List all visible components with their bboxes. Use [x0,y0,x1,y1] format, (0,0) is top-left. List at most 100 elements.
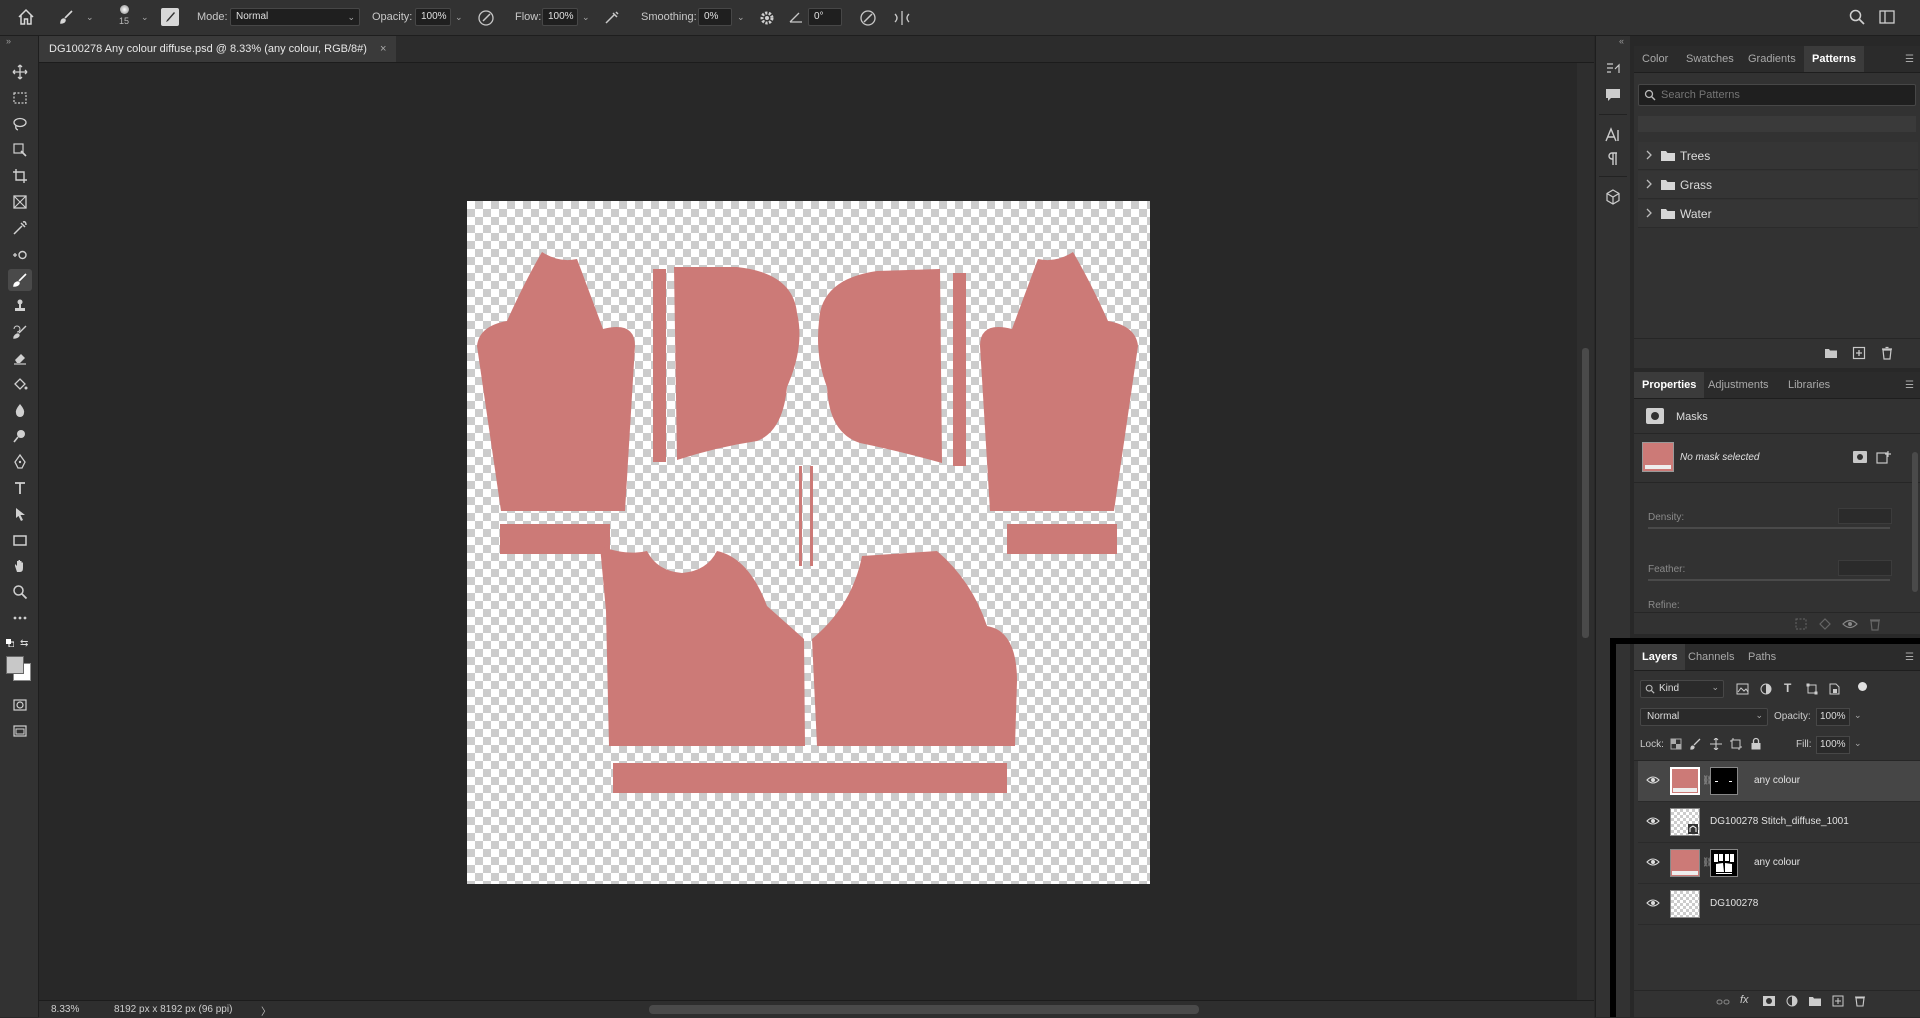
eraser-tool-icon[interactable] [8,347,32,369]
feather-field[interactable] [1838,560,1892,576]
chevron-down-icon[interactable]: ⌄ [1854,710,1862,721]
fill-field[interactable]: 100% [1816,736,1850,754]
brush-settings-panel-icon[interactable] [161,8,179,26]
layer-row[interactable]: ⛓ any colour [1638,843,1920,884]
dodge-tool-icon[interactable] [8,425,32,447]
chevron-right-icon[interactable] [1645,149,1653,161]
mode-select[interactable]: Normal ⌄ [230,8,360,26]
pressure-opacity-icon[interactable] [476,8,496,28]
shape-filter-icon[interactable] [1806,683,1818,695]
healing-brush-tool-icon[interactable] [8,243,32,265]
layer-name[interactable]: DG100278 [1710,898,1758,909]
tab-channels[interactable]: Channels [1680,644,1742,670]
zoom-level[interactable]: 8.33% [51,1004,79,1015]
foreground-color-swatch[interactable] [6,656,24,674]
object-selection-tool-icon[interactable] [8,139,32,161]
layer-name[interactable]: any colour [1754,775,1800,786]
search-icon[interactable] [1848,8,1868,28]
tab-libraries[interactable]: Libraries [1780,372,1838,398]
lock-artboard-icon[interactable] [1730,738,1742,750]
frame-tool-icon[interactable] [8,191,32,213]
opacity-field[interactable]: 100% [415,8,451,26]
panel-menu-icon[interactable]: ☰ [1905,54,1914,65]
layer-filter-kind[interactable]: Kind ⌄ [1640,680,1724,698]
collapse-icon[interactable]: » [6,36,11,46]
tab-swatches[interactable]: Swatches [1678,46,1742,72]
link-layers-icon[interactable] [1716,996,1730,1008]
smart-object-filter-icon[interactable] [1828,683,1840,695]
chevron-down-icon[interactable]: ⌄ [455,12,463,23]
chevron-down-icon[interactable]: ⌄ [737,12,745,23]
symmetry-icon[interactable] [892,8,912,28]
marquee-tool-icon[interactable] [8,87,32,109]
adjustment-layer-icon[interactable] [1786,995,1798,1007]
layer-row[interactable]: DG100278 Stitch_diffuse_1001 [1638,802,1920,843]
filter-toggle[interactable] [1858,682,1867,691]
default-colors-icon[interactable] [6,639,14,647]
density-field[interactable] [1838,508,1892,524]
layer-thumbnail[interactable] [1670,767,1700,795]
trash-icon[interactable] [1854,995,1866,1007]
chevron-down-icon[interactable]: ⌄ [582,12,590,23]
pattern-group-grass[interactable]: Grass [1638,171,1918,199]
add-pixel-mask-icon[interactable] [1852,450,1868,464]
adjustment-filter-icon[interactable] [1760,683,1772,695]
paragraph-icon[interactable] [1604,150,1622,168]
horizontal-scroll-thumb[interactable] [649,1005,1199,1014]
new-pattern-icon[interactable] [1852,346,1866,360]
eye-icon[interactable] [1646,815,1660,827]
lock-transparent-icon[interactable] [1670,738,1682,750]
tab-adjustments[interactable]: Adjustments [1700,372,1777,398]
layer-mask-thumbnail[interactable] [1710,767,1738,795]
workspace-icon[interactable] [1878,8,1898,28]
pixel-filter-icon[interactable] [1736,683,1749,695]
chevron-down-icon[interactable]: ⌄ [86,12,94,23]
collapse-icon[interactable]: « [1619,36,1624,46]
blur-tool-icon[interactable] [8,399,32,421]
canvas-area[interactable] [39,63,1577,1000]
close-tab-icon[interactable]: × [380,43,386,55]
layer-thumbnail[interactable] [1670,890,1700,918]
pressure-size-icon[interactable] [858,8,878,28]
apply-mask-icon[interactable] [1818,617,1832,631]
history-brush-tool-icon[interactable] [8,321,32,343]
crop-tool-icon[interactable] [8,165,32,187]
gear-icon[interactable] [757,8,777,28]
document-canvas[interactable] [467,201,1150,884]
lasso-tool-icon[interactable] [8,113,32,135]
trash-icon[interactable] [1880,346,1894,360]
density-slider[interactable] [1648,527,1890,529]
lock-image-icon[interactable] [1690,738,1702,750]
move-tool-icon[interactable] [8,61,32,83]
home-icon[interactable] [17,8,37,28]
add-vector-mask-icon[interactable] [1876,450,1892,464]
layer-thumbnail[interactable] [1670,808,1700,836]
tab-properties[interactable]: Properties [1634,372,1705,398]
pen-tool-icon[interactable] [8,451,32,473]
character-icon[interactable] [1604,126,1622,144]
smoothing-field[interactable]: 0% [698,8,732,26]
3d-icon[interactable] [1604,188,1622,206]
brush-size-picker[interactable]: 15 [113,3,135,33]
pattern-group-trees[interactable]: Trees [1638,142,1918,170]
chevron-right-icon[interactable] [1645,207,1653,219]
type-tool-icon[interactable] [8,477,32,499]
new-group-folder-icon[interactable] [1824,346,1838,360]
properties-scrollbar[interactable] [1912,452,1918,592]
comments-icon[interactable] [1604,86,1622,104]
angle-field[interactable]: 0° [808,8,842,26]
rectangle-tool-icon[interactable] [8,529,32,551]
flow-field[interactable]: 100% [542,8,578,26]
layer-row[interactable]: ⛓ any colour [1638,761,1920,802]
eye-icon[interactable] [1646,856,1660,868]
more-tools-icon[interactable] [8,607,32,629]
pattern-group-water[interactable]: Water [1638,200,1918,228]
clone-stamp-tool-icon[interactable] [8,295,32,317]
swap-colors-icon[interactable]: ⇆ [20,638,28,649]
trash-icon[interactable] [1868,617,1882,631]
search-input[interactable] [1661,88,1911,102]
feather-slider[interactable] [1648,579,1890,581]
vertical-scrollbar[interactable] [1577,63,1594,1000]
document-tab[interactable]: DG100278 Any colour diffuse.psd @ 8.33% … [39,36,397,62]
document-info[interactable]: 8192 px x 8192 px (96 ppi) [114,1004,232,1015]
